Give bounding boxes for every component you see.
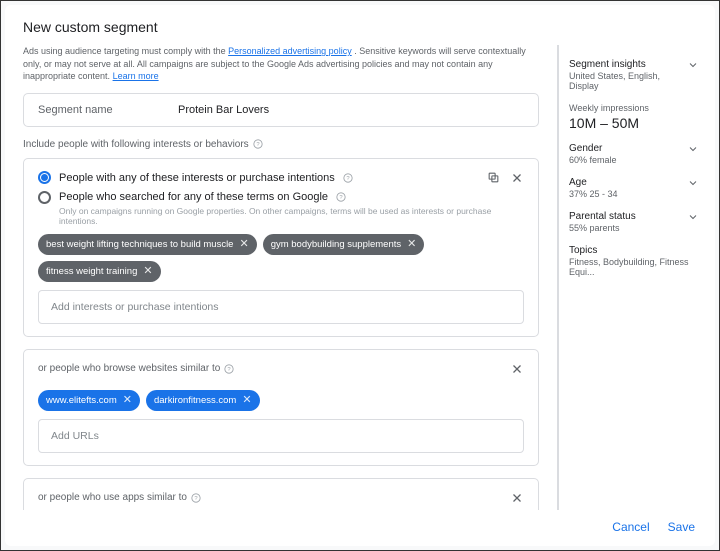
interest-chip[interactable]: fitness weight training✕ [38, 261, 161, 282]
chevron-down-icon [687, 211, 699, 223]
cancel-button[interactable]: Cancel [612, 520, 649, 534]
radio-selected-icon [38, 171, 51, 184]
radio-search-terms[interactable]: People who searched for any of these ter… [38, 191, 524, 204]
svg-text:?: ? [346, 176, 350, 182]
insights-header[interactable]: Segment insights United States, English,… [569, 53, 709, 97]
remove-chip-icon[interactable]: ✕ [143, 266, 152, 277]
close-icon[interactable] [510, 362, 524, 376]
urls-input[interactable]: Add URLs [38, 419, 524, 453]
disclaimer-text: Ads using audience targeting must comply… [23, 46, 228, 56]
interests-card: People with any of these interests or pu… [23, 158, 539, 337]
url-chip[interactable]: darkironfitness.com✕ [146, 390, 260, 411]
urls-card: or people who browse websites similar to… [23, 349, 539, 466]
insights-panel: Segment insights United States, English,… [557, 45, 709, 510]
urls-label: or people who browse websites similar to [38, 363, 220, 374]
apps-card: or people who use apps similar to ? + St… [23, 478, 539, 510]
insight-gender[interactable]: Gender60% female [569, 137, 709, 171]
interest-chips: best weight lifting techniques to build … [38, 234, 524, 282]
chevron-down-icon [687, 177, 699, 189]
insight-parental[interactable]: Parental status55% parents [569, 205, 709, 239]
insight-age[interactable]: Age37% 25 - 34 [569, 171, 709, 205]
help-icon[interactable]: ? [336, 192, 346, 202]
copy-icon[interactable] [486, 171, 500, 185]
learn-more-link[interactable]: Learn more [113, 71, 159, 81]
help-icon[interactable]: ? [253, 139, 263, 149]
svg-text:?: ? [256, 142, 260, 148]
remove-chip-icon[interactable]: ✕ [123, 395, 132, 406]
insight-impressions: Weekly impressions 10M – 50M [569, 97, 709, 137]
svg-text:?: ? [228, 367, 232, 373]
close-icon[interactable] [510, 491, 524, 505]
url-chips: www.elitefts.com✕ darkironfitness.com✕ [38, 390, 524, 411]
svg-text:?: ? [339, 195, 343, 201]
url-chip[interactable]: www.elitefts.com✕ [38, 390, 140, 411]
svg-text:?: ? [194, 496, 198, 502]
interest-chip[interactable]: gym bodybuilding supplements✕ [263, 234, 425, 255]
radio-subtext: Only on campaigns running on Google prop… [59, 206, 524, 226]
main-panel: Ads using audience targeting must comply… [5, 45, 557, 510]
save-button[interactable]: Save [668, 520, 695, 534]
help-icon[interactable]: ? [191, 493, 201, 503]
dialog-footer: Cancel Save [5, 510, 715, 546]
interests-input[interactable]: Add interests or purchase intentions [38, 290, 524, 324]
radio-unselected-icon [38, 191, 51, 204]
chevron-down-icon [687, 143, 699, 155]
dialog-title: New custom segment [5, 5, 715, 45]
interest-chip[interactable]: best weight lifting techniques to build … [38, 234, 257, 255]
remove-chip-icon[interactable]: ✕ [407, 239, 416, 250]
help-icon[interactable]: ? [343, 173, 353, 183]
segment-name-input[interactable] [178, 104, 524, 116]
chevron-down-icon [687, 59, 699, 71]
remove-chip-icon[interactable]: ✕ [239, 239, 248, 250]
remove-chip-icon[interactable]: ✕ [242, 395, 251, 406]
help-icon[interactable]: ? [224, 364, 234, 374]
segment-name-label: Segment name [38, 104, 178, 116]
personalized-policy-link[interactable]: Personalized advertising policy [228, 46, 352, 56]
insight-topics[interactable]: TopicsFitness, Bodybuilding, Fitness Equ… [569, 239, 709, 283]
policy-disclaimer: Ads using audience targeting must comply… [23, 45, 539, 83]
segment-name-card: Segment name [23, 93, 539, 127]
include-label: Include people with following interests … [23, 139, 539, 150]
radio-interests[interactable]: People with any of these interests or pu… [38, 171, 524, 185]
apps-label: or people who use apps similar to [38, 492, 187, 503]
close-icon[interactable] [510, 171, 524, 185]
